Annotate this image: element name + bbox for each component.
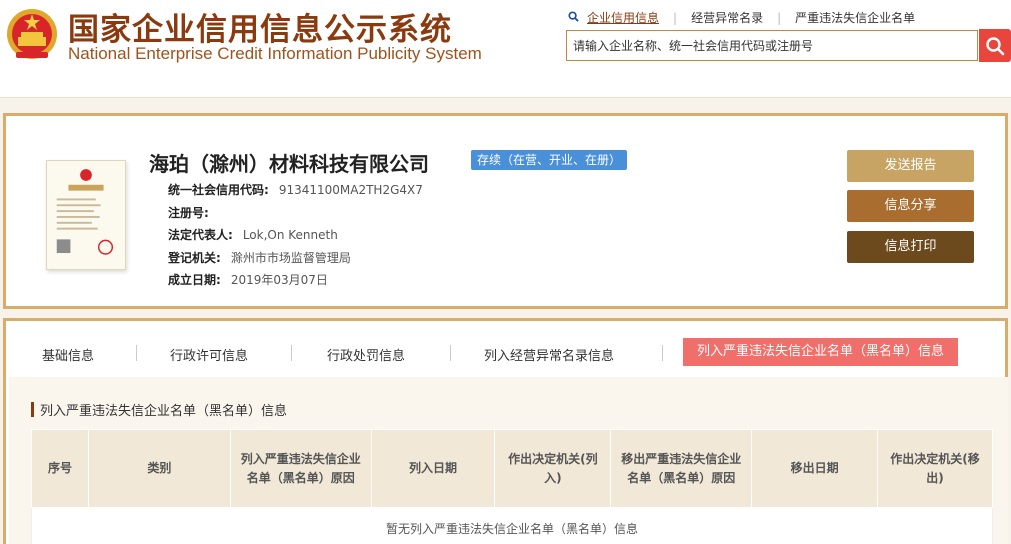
site-header: 国家企业信用信息公示系统 National Enterprise Credit … — [0, 0, 1011, 98]
blacklist-table: 序号 类别 列入严重违法失信企业名单（黑名单）原因 列入日期 作出决定机关(列入… — [31, 429, 993, 544]
section-title: 列入严重违法失信企业名单（黑名单）信息 — [31, 401, 288, 419]
field-value: 滁州市市场监督管理局 — [230, 251, 351, 265]
field-label: 注册号: — [168, 206, 209, 220]
info-reg-number: 注册号: — [168, 204, 219, 221]
tab-divider — [136, 345, 137, 361]
link-divider: | — [673, 10, 678, 25]
national-emblem-icon — [7, 9, 57, 59]
search-icon — [986, 36, 1005, 55]
table-header-row: 序号 类别 列入严重违法失信企业名单（黑名单）原因 列入日期 作出决定机关(列入… — [31, 429, 993, 508]
field-label: 统一社会信用代码: — [168, 183, 269, 197]
section-title-text: 列入严重违法失信企业名单（黑名单）信息 — [40, 403, 288, 419]
info-legal-rep: 法定代表人: Lok,On Kenneth — [168, 226, 338, 243]
share-info-button[interactable]: 信息分享 — [847, 190, 974, 222]
tab-basic-info[interactable]: 基础信息 — [42, 345, 94, 364]
field-label: 成立日期: — [168, 273, 221, 287]
column-header: 作出决定机关(列入) — [494, 429, 612, 508]
search-input[interactable] — [567, 31, 977, 60]
company-name: 海珀（滁州）材料科技有限公司 — [149, 152, 429, 176]
field-value: 2019年03月07日 — [230, 273, 328, 287]
column-header: 类别 — [87, 429, 231, 508]
status-badge: 存续（在营、开业、在册） — [471, 150, 628, 170]
tab-abnormal-list[interactable]: 列入经营异常名录信息 — [484, 345, 614, 364]
company-card: 海珀（滁州）材料科技有限公司 存续（在营、开业、在册） 统一社会信用代码: 913… — [3, 113, 1008, 309]
empty-message: 暂无列入严重违法失信企业名单（黑名单）信息 — [31, 507, 993, 544]
table-row: 暂无列入严重违法失信企业名单（黑名单）信息 — [31, 507, 993, 544]
link-blacklist[interactable]: 严重违法失信企业名单 — [795, 9, 915, 26]
column-header: 列入日期 — [370, 429, 496, 508]
print-info-button[interactable]: 信息打印 — [847, 231, 974, 263]
top-links: 企业信用信息 | 经营异常名录 | 严重违法失信企业名单 — [568, 9, 915, 26]
field-label: 登记机关: — [168, 251, 221, 265]
info-credit-code: 统一社会信用代码: 91341100MA2TH2G4X7 — [168, 181, 423, 198]
tab-bar: 基础信息 行政许可信息 行政处罚信息 列入经营异常名录信息 列入严重违法失信企业… — [6, 321, 1005, 377]
send-report-button[interactable]: 发送报告 — [847, 150, 974, 182]
link-divider: | — [777, 10, 782, 25]
tab-divider — [662, 345, 663, 361]
business-license-icon — [46, 160, 126, 270]
column-header: 移出严重违法失信企业名单（黑名单）原因 — [610, 429, 753, 508]
search-icon — [568, 10, 579, 25]
site-subtitle: National Enterprise Credit Information P… — [68, 44, 482, 63]
tab-divider — [291, 345, 292, 361]
info-established-date: 成立日期: 2019年03月07日 — [168, 271, 328, 288]
field-value: 91341100MA2TH2G4X7 — [278, 183, 423, 197]
column-header: 作出决定机关(移出) — [877, 429, 993, 508]
site-title: 国家企业信用信息公示系统 — [68, 12, 452, 48]
field-value: Lok,On Kenneth — [242, 228, 338, 242]
column-header: 列入严重违法失信企业名单（黑名单）原因 — [229, 429, 372, 508]
column-header: 移出日期 — [751, 429, 879, 508]
tab-admin-penalty[interactable]: 行政处罚信息 — [327, 345, 405, 364]
section-marker — [31, 401, 34, 417]
column-header: 序号 — [31, 429, 89, 508]
search-button[interactable] — [979, 29, 1011, 62]
tab-divider — [450, 345, 451, 361]
tab-content: 列入严重违法失信企业名单（黑名单）信息 序号 类别 列入严重违法失信企业名单（黑… — [9, 377, 1008, 544]
tab-blacklist[interactable]: 列入严重违法失信企业名单（黑名单）信息 — [683, 338, 959, 366]
tab-admin-license[interactable]: 行政许可信息 — [170, 345, 248, 364]
info-reg-authority: 登记机关: 滁州市市场监督管理局 — [168, 249, 351, 266]
link-abnormal-list[interactable]: 经营异常名录 — [691, 9, 763, 26]
info-tab-panel: 基础信息 行政许可信息 行政处罚信息 列入经营异常名录信息 列入严重违法失信企业… — [3, 318, 1008, 544]
link-enterprise-credit[interactable]: 企业信用信息 — [587, 9, 659, 26]
search-box — [566, 30, 978, 61]
field-label: 法定代表人: — [168, 228, 233, 242]
